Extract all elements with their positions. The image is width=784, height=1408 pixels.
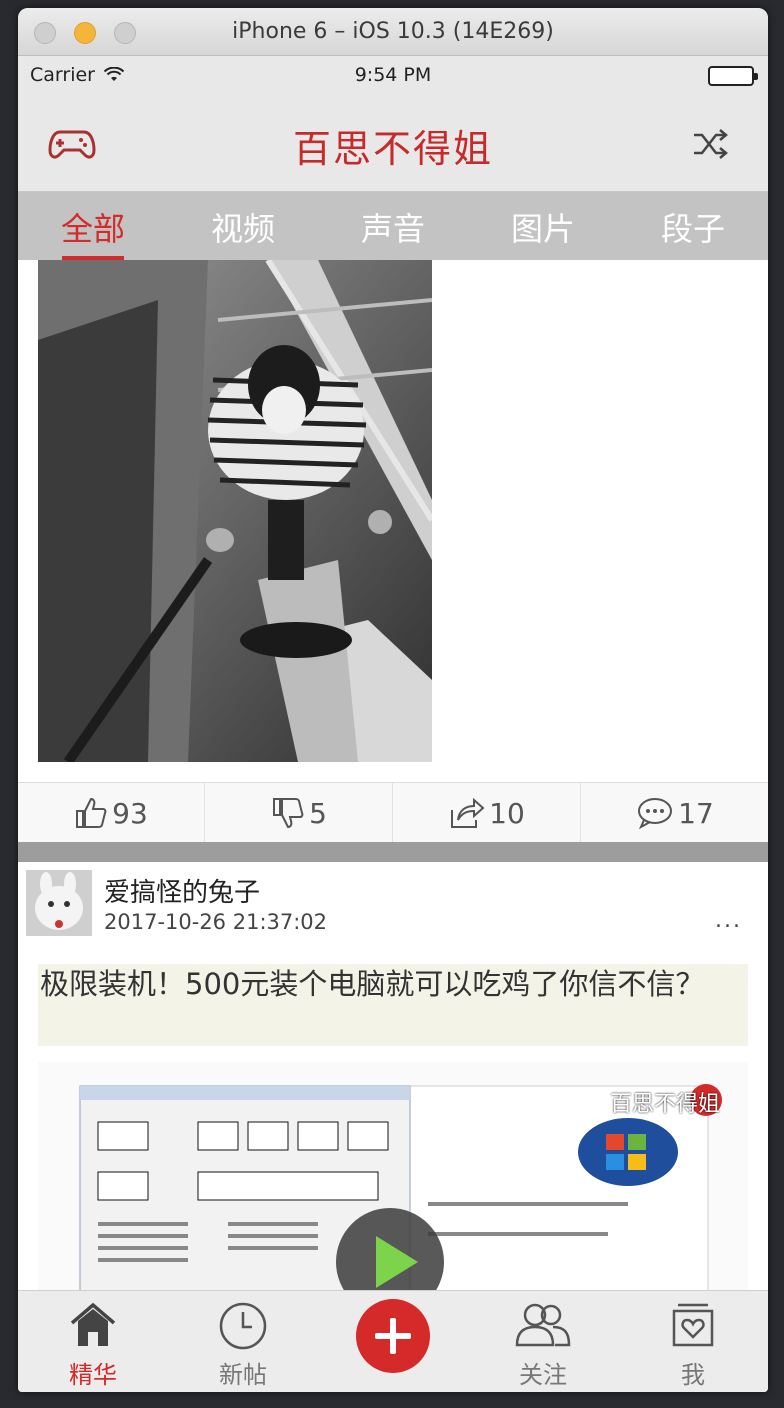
comment-icon — [638, 798, 673, 830]
dislike-count: 5 — [309, 796, 327, 830]
share-icon — [451, 797, 485, 828]
battery-icon — [708, 66, 758, 86]
tab-joke[interactable]: 段子 — [618, 204, 768, 250]
video-watermark: 百思不得姐 — [610, 1092, 721, 1117]
comment-count: 17 — [678, 796, 714, 830]
simulator-window: iPhone 6 – iOS 10.3 (14E269) Carrier 9:5… — [18, 8, 768, 1392]
like-count: 93 — [112, 796, 148, 830]
thumbs-up-icon — [76, 797, 107, 828]
profile-icon — [672, 1303, 714, 1347]
window-title: iPhone 6 – iOS 10.3 (14E269) — [232, 19, 554, 44]
rooftop-photo — [38, 260, 432, 762]
thumbs-down-icon — [273, 798, 304, 829]
category-tabs: 全部 视频 声音 图片 段子 — [18, 192, 768, 260]
status-time: 9:54 PM — [354, 64, 432, 86]
tabbar-item-new[interactable]: 新帖 — [168, 1291, 318, 1392]
dislike-button[interactable]: 5 — [206, 783, 393, 843]
post-text[interactable]: 极限装机！500元装个电脑就可以吃鸡了你信不信？ — [38, 964, 748, 1046]
post-username[interactable]: 爱搞怪的兔子 — [104, 872, 260, 909]
tabbar-label-follow: 关注 — [519, 1361, 567, 1389]
share-button[interactable]: 10 — [394, 783, 581, 843]
comment-button[interactable]: 17 — [582, 783, 768, 843]
tabbar-label-me: 我 — [681, 1361, 705, 1389]
home-icon — [70, 1302, 116, 1346]
friends-icon — [515, 1303, 571, 1347]
post-action-bar: 93 5 10 17 — [18, 782, 768, 843]
post-separator — [18, 842, 768, 862]
tabbar-item-publish[interactable] — [318, 1291, 468, 1392]
ios-status-bar: Carrier 9:54 PM — [18, 56, 768, 96]
tabbar-item-essence[interactable]: 精华 — [18, 1291, 168, 1392]
avatar[interactable] — [26, 870, 92, 936]
clock-icon — [219, 1302, 267, 1350]
tab-video[interactable]: 视频 — [168, 204, 318, 250]
bottom-tab-bar: 精华 新帖 关注 我 — [18, 1290, 768, 1392]
tabbar-item-me[interactable]: 我 — [618, 1291, 768, 1392]
navigation-bar: 百思不得姐 — [18, 96, 768, 192]
shuffle-icon[interactable] — [690, 124, 730, 164]
feed-content[interactable]: 93 5 10 17 爱搞怪的兔子 2017-10-26 21:37:02 ..… — [18, 260, 768, 1290]
publish-plus-icon[interactable] — [356, 1299, 430, 1373]
tabbar-item-follow[interactable]: 关注 — [468, 1291, 618, 1392]
tabbar-label-essence: 精华 — [69, 1361, 117, 1389]
like-button[interactable]: 93 — [18, 783, 205, 843]
app-title: 百思不得姐 — [292, 127, 493, 171]
post-timestamp: 2017-10-26 21:37:02 — [104, 910, 328, 934]
video-thumbnail[interactable]: 百思不得姐 — [38, 1062, 748, 1290]
share-count: 10 — [489, 796, 525, 830]
tabbar-label-new: 新帖 — [219, 1361, 267, 1389]
rabbit-avatar-image — [26, 870, 92, 936]
post-image[interactable] — [38, 260, 432, 762]
window-titlebar: iPhone 6 – iOS 10.3 (14E269) — [18, 8, 768, 56]
tab-picture[interactable]: 图片 — [468, 204, 618, 250]
tab-voice[interactable]: 声音 — [318, 204, 468, 250]
tab-all[interactable]: 全部 — [18, 204, 168, 250]
more-options-button[interactable]: ... — [715, 908, 742, 933]
